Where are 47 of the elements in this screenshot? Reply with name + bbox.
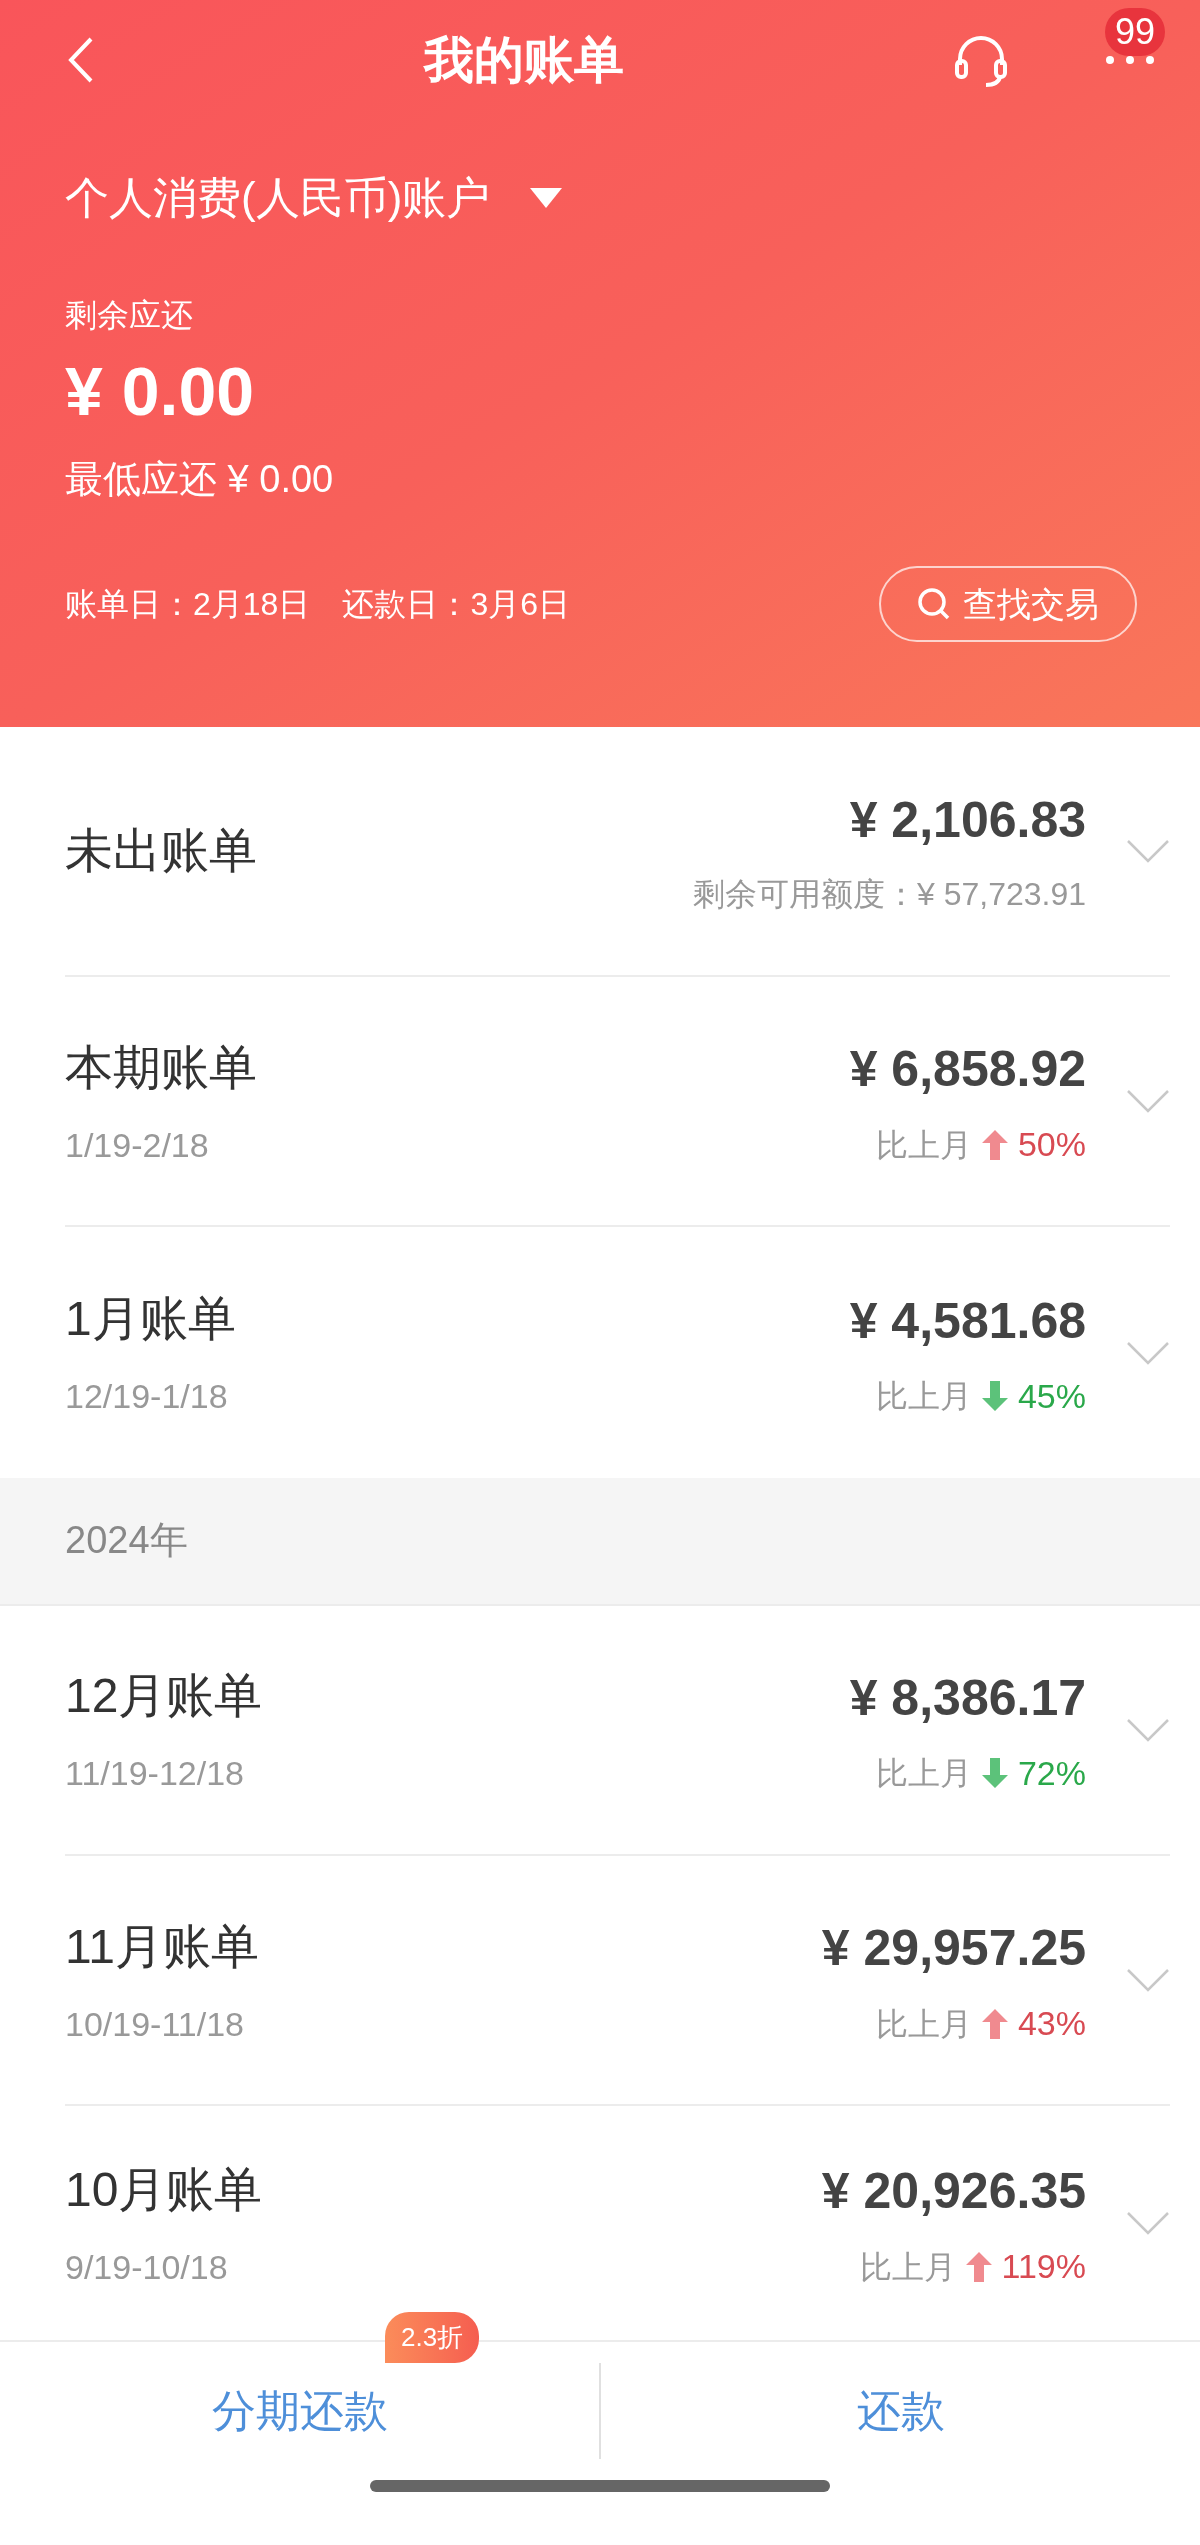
dropdown-icon[interactable]	[530, 188, 563, 208]
change-percent: 72%	[1017, 1752, 1086, 1794]
change-percent: 43%	[1017, 2003, 1086, 2045]
change-percent: 50%	[1017, 1124, 1086, 1166]
bill-title[interactable]: 10月账单	[65, 2153, 822, 2226]
change-percent: 119%	[1001, 2246, 1086, 2288]
bill-title[interactable]: 1月账单	[65, 1283, 850, 1356]
compare-label: 比上月	[875, 1754, 972, 1794]
minimum-payment: 最低应还 ¥ 0.00	[65, 457, 335, 502]
bill-title[interactable]: 未出账单	[65, 814, 693, 887]
bill-title[interactable]: 12月账单	[65, 1660, 850, 1733]
compare-label: 比上月	[875, 1125, 972, 1165]
available-credit: 剩余可用额度：¥ 57,723.91	[692, 875, 1086, 915]
compare-label: 比上月	[875, 2004, 972, 2044]
bill-amount: ¥ 6,858.92	[849, 1040, 1086, 1100]
bill-amount: ¥ 8,386.17	[849, 1668, 1086, 1728]
remaining-label: 剩余应还	[65, 296, 194, 335]
expand-chevron-icon[interactable]	[1126, 1340, 1170, 1365]
due-date: 还款日：3月6日	[342, 585, 570, 624]
bill-title[interactable]: 本期账单	[65, 1031, 850, 1104]
bill-amount: ¥ 20,926.35	[821, 2162, 1086, 2222]
discount-badge: 2.3折	[385, 2312, 480, 2364]
change-percent: 45%	[1017, 1375, 1086, 1417]
expand-chevron-icon[interactable]	[1126, 1089, 1170, 1114]
expand-chevron-icon[interactable]	[1126, 1968, 1170, 1993]
search-icon	[917, 587, 951, 621]
bill-period: 1/19-2/18	[65, 1124, 210, 1166]
compare-label: 比上月	[875, 1377, 972, 1417]
remaining-amount: ¥ 0.00	[65, 357, 256, 425]
headset-icon[interactable]	[952, 33, 1010, 87]
bill-title[interactable]: 11月账单	[65, 1910, 822, 1983]
statement-date: 账单日：2月18日	[65, 585, 311, 624]
bill-period: 10/19-11/18	[65, 2003, 245, 2045]
bill-period: 9/19-10/18	[65, 2246, 229, 2288]
compare-label: 比上月	[859, 2247, 956, 2287]
bill-period: 12/19-1/18	[65, 1376, 229, 1418]
notification-badge: 99	[1104, 8, 1165, 56]
bill-period: 11/19-12/18	[65, 1753, 245, 1795]
bill-amount: ¥ 29,957.25	[821, 1919, 1086, 1979]
year-header: 2024年	[65, 1518, 188, 1564]
bill-amount: ¥ 2,106.83	[849, 791, 1086, 851]
expand-chevron-icon[interactable]	[1126, 838, 1170, 863]
more-icon[interactable]	[1105, 55, 1155, 65]
bill-amount: ¥ 4,581.68	[849, 1291, 1086, 1351]
page-title: 我的账单	[423, 30, 624, 90]
expand-chevron-icon[interactable]	[1126, 2211, 1170, 2236]
expand-chevron-icon[interactable]	[1126, 1717, 1170, 1742]
